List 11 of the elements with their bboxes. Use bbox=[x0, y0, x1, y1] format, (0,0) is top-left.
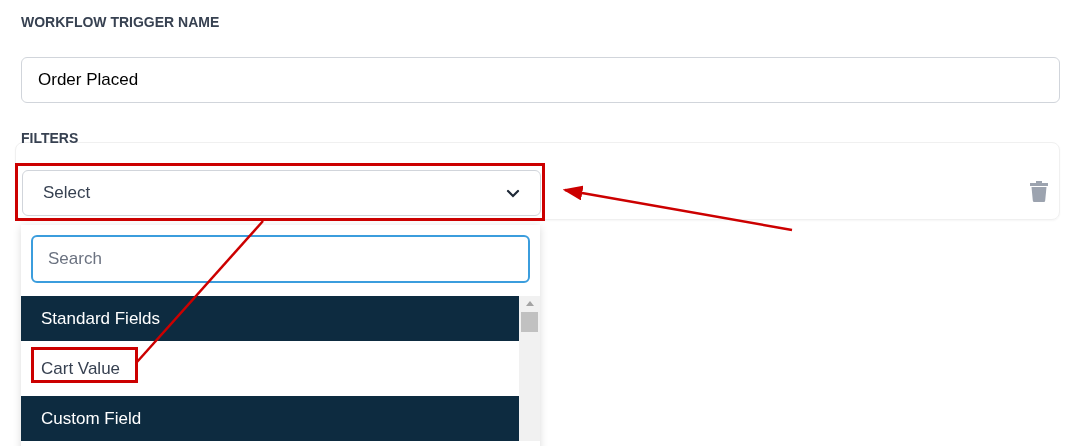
field-label: FILTERS bbox=[21, 129, 80, 148]
select-dropdown[interactable]: Select bbox=[22, 170, 541, 216]
group-header: Custom Field bbox=[21, 396, 519, 441]
group-header: Standard Fields bbox=[21, 296, 519, 341]
input-field[interactable]: Order Placed bbox=[21, 57, 1060, 103]
trash-icon[interactable] bbox=[1029, 180, 1049, 202]
search-field[interactable]: Search bbox=[31, 235, 530, 283]
scroll-up-icon[interactable] bbox=[524, 300, 535, 306]
scrollbar-thumb[interactable] bbox=[521, 312, 538, 332]
field-label: WORKFLOW TRIGGER NAME bbox=[21, 13, 221, 32]
chevron-down-icon bbox=[506, 188, 520, 198]
